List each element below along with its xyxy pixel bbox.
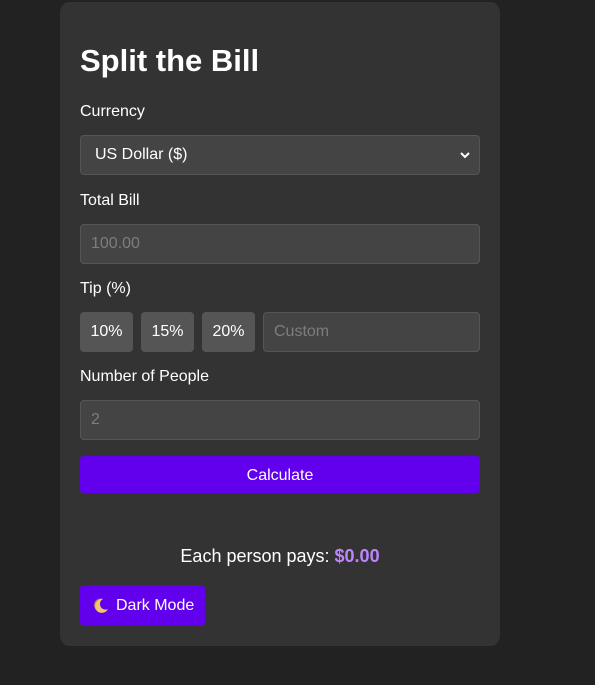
- tip-10-button[interactable]: 10%: [80, 312, 133, 352]
- result-line: Each person pays: $0.00: [60, 545, 500, 567]
- people-input[interactable]: [80, 400, 480, 440]
- custom-tip-input[interactable]: [263, 312, 480, 352]
- result-prefix: Each person pays:: [180, 546, 330, 566]
- per-person-amount: $0.00: [334, 546, 380, 566]
- calculate-button[interactable]: Calculate: [80, 456, 480, 493]
- currency-label: Currency: [80, 103, 145, 120]
- total-bill-label: Total Bill: [80, 192, 140, 209]
- moon-icon: [92, 597, 110, 615]
- currency-selected-value: US Dollar ($): [95, 146, 188, 163]
- tip-label: Tip (%): [80, 280, 131, 297]
- page-title: Split the Bill: [80, 43, 260, 78]
- total-bill-input[interactable]: [80, 224, 480, 264]
- bill-splitter-card: Split the Bill Currency US Dollar ($) To…: [60, 2, 500, 646]
- dark-mode-label: Dark Mode: [116, 596, 195, 614]
- tip-15-button[interactable]: 15%: [141, 312, 194, 352]
- people-label: Number of People: [80, 368, 209, 385]
- chevron-down-icon: [460, 152, 470, 159]
- currency-select[interactable]: US Dollar ($): [80, 135, 480, 175]
- dark-mode-button[interactable]: Dark Mode: [80, 585, 206, 626]
- tip-20-button[interactable]: 20%: [202, 312, 255, 352]
